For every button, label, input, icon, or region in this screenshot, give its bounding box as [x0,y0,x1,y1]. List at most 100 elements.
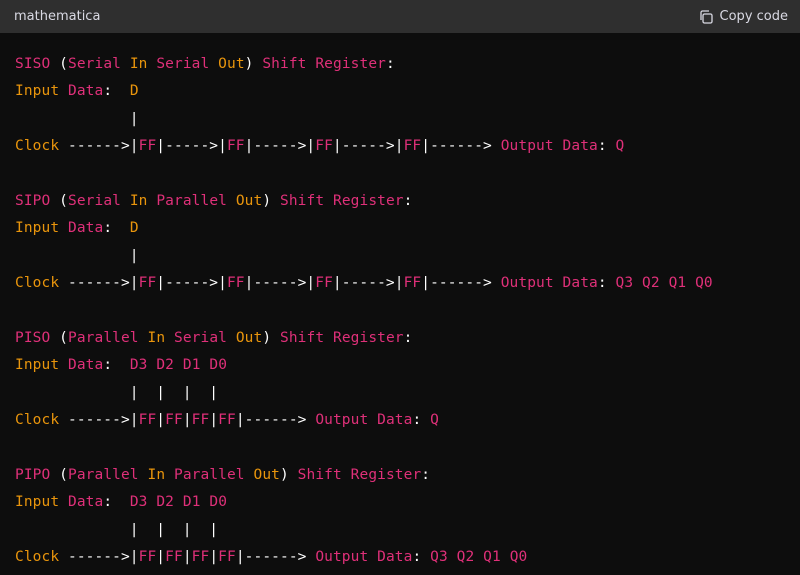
code-line: | | | | [15,380,800,407]
code-token: |------> [235,549,316,566]
code-token: | [15,247,139,264]
code-token: ( [50,466,68,483]
code-token: | [156,549,166,566]
code-token: Parallel [68,329,139,346]
code-token: D1 [182,357,201,374]
code-token: ( [50,192,68,209]
code-token: Parallel [156,192,227,209]
code-token: Output [315,549,369,566]
code-token: | | | | [15,521,219,538]
code-token: PISO [15,329,51,346]
code-block-header: mathematica Copy code [0,0,800,33]
code-token: : [103,83,130,100]
code-token: Register [350,466,422,483]
code-token: |----->| [332,275,404,292]
code-token: D1 [182,494,201,511]
code-token: | [182,549,192,566]
code-token: Input [15,220,60,237]
code-token: In [129,192,148,209]
code-token: Q [615,138,625,155]
code-token: Q2 [642,275,660,292]
code-content: SISO (Serial In Serial Out) Shift Regist… [0,33,800,571]
code-token: D2 [156,357,175,374]
code-token: Parallel [174,466,245,483]
code-token: FF [226,275,245,292]
code-token: D3 [129,357,148,374]
code-token: ( [50,56,68,72]
code-token: Serial [174,329,227,346]
code-line: | [15,106,800,133]
code-token: FF [315,138,333,155]
code-token: FF [218,549,236,566]
code-token: Register [333,192,404,209]
code-line: Clock ------>|FF|FF|FF|FF|------> Output… [15,544,800,571]
code-token: In [147,466,166,483]
code-token: Input [15,83,60,100]
code-token: FF [315,275,333,292]
code-token: In [129,56,148,72]
copy-code-button[interactable]: Copy code [698,9,788,25]
code-token: : [403,329,413,346]
code-token: Register [315,56,386,72]
copy-code-label: Copy code [719,9,788,24]
code-token: In [147,329,166,346]
code-token: |------> [421,275,501,292]
code-token: Data [377,412,413,429]
code-token: |----->| [156,138,227,155]
code-token: Data [68,357,104,374]
code-token: ------>| [59,138,139,155]
code-token: Q1 [483,549,501,566]
code-line: PISO (Parallel In Serial Out) Shift Regi… [15,325,800,352]
code-token: FF [403,275,422,292]
code-token: ) [279,466,298,483]
code-line: PIPO (Parallel In Parallel Out) Shift Re… [15,462,800,489]
code-token: FF [138,412,157,429]
code-token: Out [235,192,263,209]
code-token: Serial [68,56,121,72]
code-token: FF [138,138,157,155]
code-token: Clock [15,549,60,566]
code-token: | [182,412,192,429]
code-token: D0 [209,357,228,374]
code-line: Clock ------>|FF|FF|FF|FF|------> Output… [15,407,800,434]
code-token: Shift [280,329,325,346]
code-token: |----->| [156,275,227,292]
code-token: D [129,83,139,100]
code-token: D3 [129,494,148,511]
code-token: Clock [15,412,60,429]
code-token: Data [377,549,413,566]
code-token: : [403,192,413,209]
code-token: ) [262,192,280,209]
code-token: Q2 [456,549,475,566]
code-token: Q1 [668,275,687,292]
code-token: Output [500,275,554,292]
code-token: Clock [15,138,60,155]
code-token: Shift [280,192,325,209]
code-token: Serial [68,192,121,209]
code-token: |----->| [332,138,404,155]
copy-icon [698,9,714,25]
code-token: ------>| [59,549,139,566]
code-token: FF [138,275,157,292]
code-token: FF [218,412,236,429]
code-token: PIPO [15,466,51,483]
